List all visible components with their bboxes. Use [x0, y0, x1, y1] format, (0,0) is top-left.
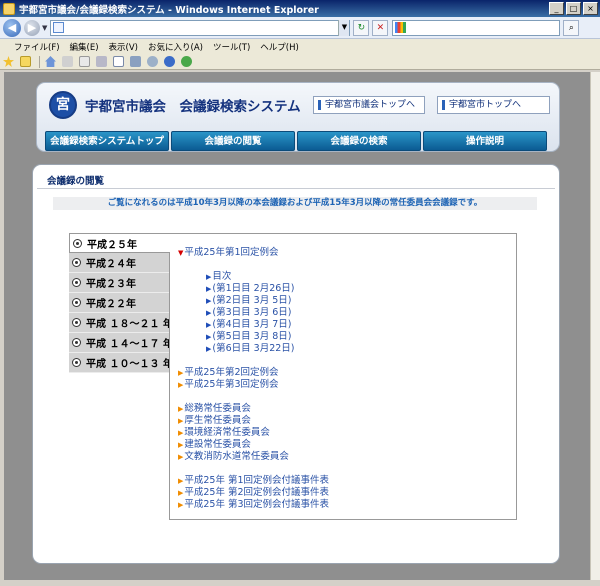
page-icon[interactable] — [113, 56, 124, 67]
sessions-panel: ▼平成25年第1回定例会 ▶目次 ▶(第1日目 2月26日) ▶(第2日目 3月… — [169, 233, 517, 520]
url-input[interactable]: ▼ — [50, 19, 351, 36]
year-label: 平成 １４～１７ 年 — [86, 339, 173, 350]
radio-icon — [72, 298, 81, 307]
session-label: 平成25年第1回定例会 — [184, 247, 279, 258]
tab-search-minutes[interactable]: 会議録の検索 — [297, 131, 421, 151]
messenger-icon[interactable] — [181, 56, 192, 67]
radio-icon — [72, 318, 81, 327]
menu-help[interactable]: ヘルプ(H) — [260, 41, 299, 53]
year-item-h25[interactable]: 平成２５年 — [69, 233, 170, 253]
window-title: 宇都宮市議会/会議録検索システム - Windows Internet Expl… — [19, 4, 319, 16]
year-item-h10-13[interactable]: 平成 １０～１３ 年 — [69, 353, 173, 373]
year-label: 平成２２年 — [86, 299, 136, 310]
year-list: 平成２５年 平成２４年 平成２３年 平成２２年 平成 １８～２１ 年 平成 １４… — [69, 233, 173, 373]
tab-system-top[interactable]: 会議録検索システムトップ — [45, 131, 169, 151]
window-bottom-edge — [0, 580, 600, 586]
address-bar: ◀ ▶ ▼ ▼ ↻ ✕ ⌕ — [0, 17, 600, 39]
site-title: 宇都宮市議会 会議録検索システム — [85, 99, 301, 115]
search-input[interactable] — [392, 19, 561, 36]
tools-icon[interactable] — [130, 56, 141, 67]
forward-button[interactable]: ▶ — [24, 19, 40, 36]
radio-icon — [72, 358, 81, 367]
year-item-h22[interactable]: 平成２２年 — [69, 293, 169, 313]
page-viewport: 宮 宇都宮市議会 会議録検索システム 宇都宮市議会トップへ 宇都宮市トップへ 会… — [4, 72, 590, 580]
favorites-star-icon[interactable] — [3, 56, 14, 67]
divider — [37, 188, 555, 189]
radio-icon — [72, 278, 81, 287]
year-label: 平成２３年 — [86, 279, 136, 290]
year-item-h14-17[interactable]: 平成 １４～１７ 年 — [69, 333, 173, 353]
arrow-icon: ▶ — [178, 381, 184, 389]
back-button[interactable]: ◀ — [3, 18, 21, 37]
item-table-label: 平成25年 第3回定例会付議事件表 — [184, 499, 330, 510]
research-icon[interactable] — [147, 56, 158, 67]
year-item-h18-21[interactable]: 平成 １８～２１ 年 — [69, 313, 173, 333]
browse-panel: 会議録の閲覧 ご覧になれるのは平成10年3月以降の本会議録および平成15年3月以… — [32, 164, 560, 564]
recent-pages-dropdown-icon[interactable]: ▼ — [42, 24, 47, 32]
year-label: 平成２５年 — [87, 239, 137, 251]
year-item-h24[interactable]: 平成２４年 — [69, 253, 169, 273]
search-go-button[interactable]: ⌕ — [563, 19, 580, 36]
vertical-scrollbar[interactable] — [590, 72, 600, 580]
radio-icon — [73, 238, 82, 248]
year-label: 平成 １０～１３ 年 — [86, 359, 173, 370]
radio-icon — [72, 258, 81, 267]
tab-browse-minutes[interactable]: 会議録の閲覧 — [171, 131, 295, 151]
arrow-icon: ▶ — [178, 453, 184, 461]
toolbar-separator — [39, 55, 40, 68]
committee-link[interactable]: ▶文教消防水道常任委員会 — [178, 448, 289, 462]
availability-notice: ご覧になれるのは平成10年3月以降の本会議録および平成15年3月以降の常任委員会… — [53, 197, 537, 210]
window-titlebar: 宇都宮市議会/会議録検索システム - Windows Internet Expl… — [0, 0, 600, 17]
council-top-link[interactable]: 宇都宮市議会トップへ — [313, 96, 425, 114]
menu-file[interactable]: ファイル(F) — [14, 41, 60, 53]
maximize-button[interactable]: □ — [566, 2, 581, 15]
add-favorites-icon[interactable] — [20, 56, 31, 67]
day-label: (第6日目 3月22日) — [212, 343, 295, 354]
menu-edit[interactable]: 編集(E) — [70, 41, 99, 53]
session-label: 平成25年第3回定例会 — [184, 379, 279, 390]
help-icon[interactable] — [164, 56, 175, 67]
home-icon[interactable] — [45, 56, 56, 67]
year-label: 平成２４年 — [86, 259, 136, 270]
item-table-link[interactable]: ▶平成25年 第3回定例会付議事件表 — [178, 496, 329, 510]
read-mail-icon[interactable] — [79, 56, 90, 67]
session-link[interactable]: ▶平成25年第3回定例会 — [178, 376, 279, 390]
feeds-icon[interactable] — [62, 56, 73, 67]
ie-app-icon — [3, 2, 15, 15]
arrow-icon: ▶ — [206, 345, 212, 353]
refresh-button[interactable]: ↻ — [353, 19, 370, 36]
committee-label: 文教消防水道常任委員会 — [184, 451, 289, 462]
stop-button[interactable]: ✕ — [372, 19, 389, 36]
minimize-button[interactable]: _ — [549, 2, 564, 15]
arrow-icon: ▶ — [178, 501, 184, 509]
tab-instructions[interactable]: 操作説明 — [423, 131, 547, 151]
city-emblem-logo: 宮 — [49, 91, 77, 119]
menu-favorites[interactable]: お気に入り(A) — [148, 41, 203, 53]
url-dropdown-icon[interactable]: ▼ — [338, 19, 350, 36]
city-top-link[interactable]: 宇都宮市トップへ — [437, 96, 550, 114]
section-title: 会議録の閲覧 — [47, 176, 105, 187]
print-icon[interactable] — [96, 56, 107, 67]
search-provider-icon — [395, 22, 407, 33]
menu-bar: ファイル(F) 編集(E) 表示(V) お気に入り(A) ツール(T) ヘルプ(… — [0, 39, 600, 54]
session-link-open[interactable]: ▼平成25年第1回定例会 — [178, 244, 279, 258]
close-window-button[interactable]: × — [583, 2, 598, 15]
day-link[interactable]: ▶(第6日目 3月22日) — [206, 340, 295, 354]
year-item-h23[interactable]: 平成２３年 — [69, 273, 169, 293]
menu-view[interactable]: 表示(V) — [109, 41, 138, 53]
page-icon — [53, 22, 65, 33]
expanded-triangle-icon: ▼ — [178, 249, 184, 257]
menu-tools[interactable]: ツール(T) — [213, 41, 250, 53]
year-label: 平成 １８～２１ 年 — [86, 319, 173, 330]
site-header: 宮 宇都宮市議会 会議録検索システム 宇都宮市議会トップへ 宇都宮市トップへ 会… — [36, 82, 560, 152]
radio-icon — [72, 338, 81, 347]
command-toolbar — [0, 54, 600, 70]
